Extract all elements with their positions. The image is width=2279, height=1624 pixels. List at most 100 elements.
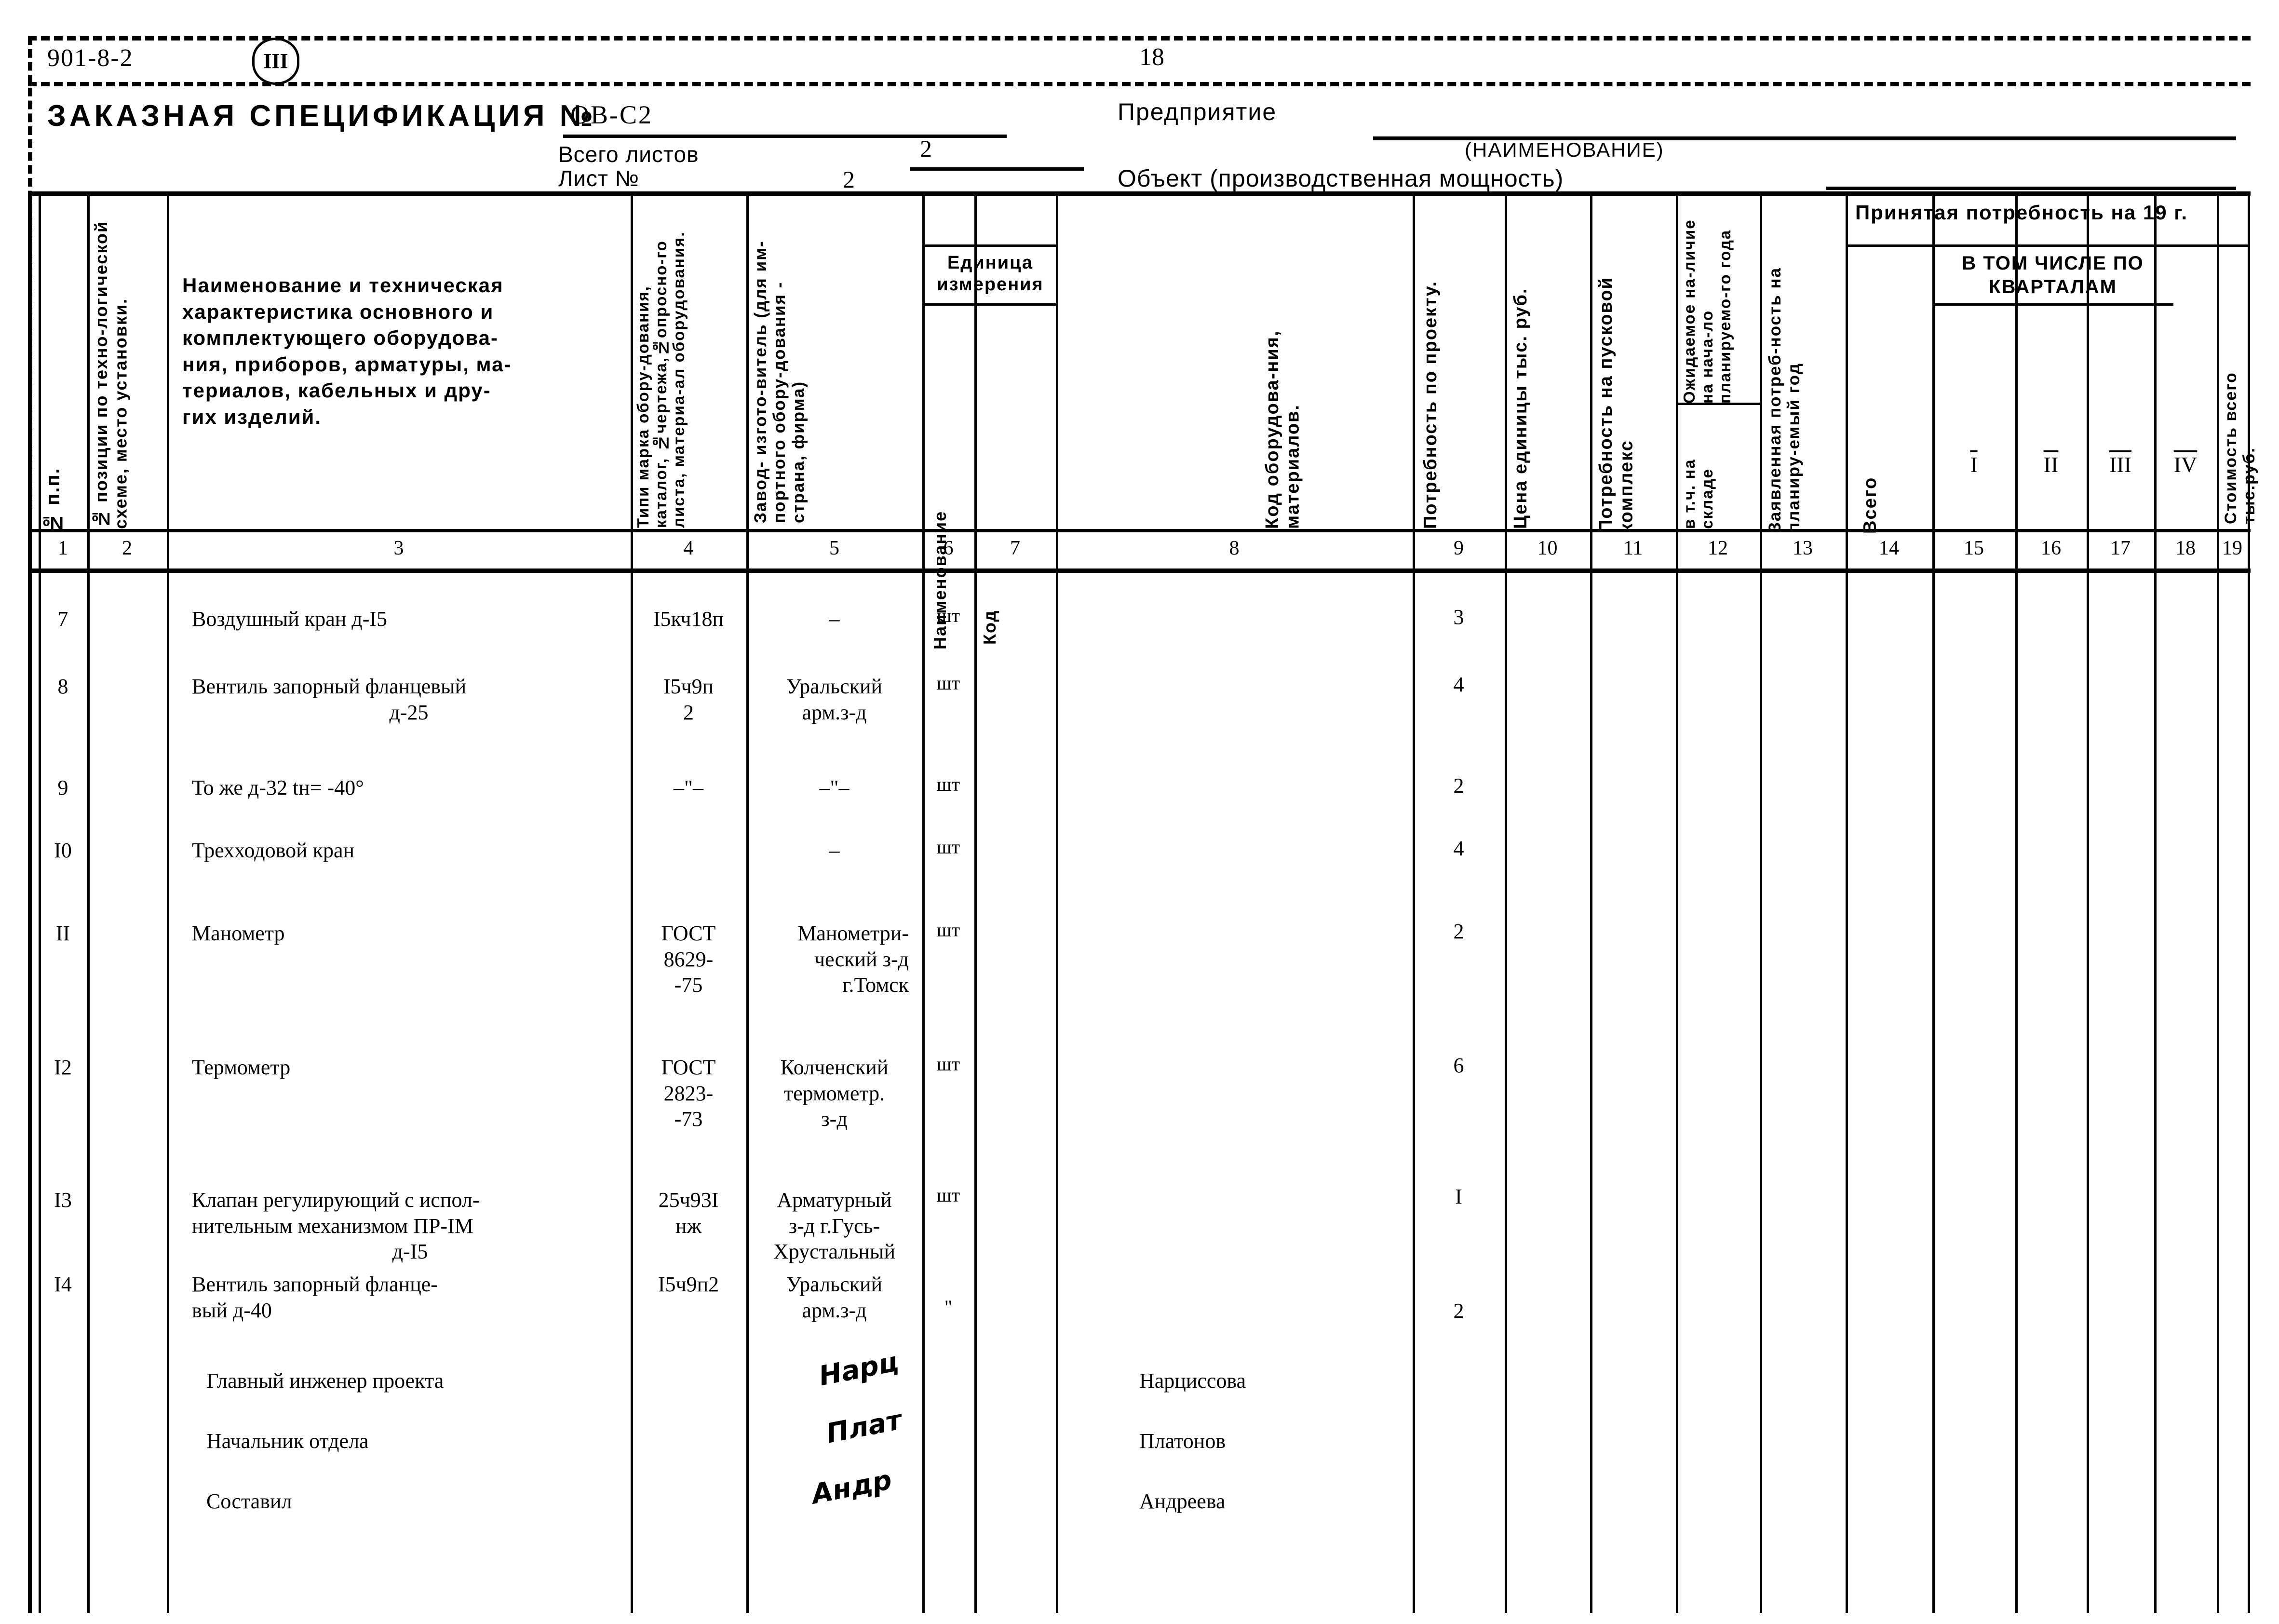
row-name-line: Манометр <box>192 921 285 945</box>
row-name: Вентиль запорный фланце- вый д-40 <box>173 1272 628 1323</box>
total-sheets-rule <box>910 167 1084 171</box>
row-type-line: ГОСТ <box>661 921 716 945</box>
header-col-15: I <box>1970 452 1978 477</box>
header-col-3-line-3: комплектующего оборудова- <box>182 326 499 350</box>
col-rule-6 <box>974 191 977 1613</box>
row-name: Манометр <box>192 920 626 947</box>
total-sheets-value: 2 <box>920 135 932 162</box>
row-maker-line: г.Томск <box>842 973 909 997</box>
header-col-8: Код оборудова-ния, материалов. <box>1262 330 1303 529</box>
col-rule-3 <box>631 191 633 1613</box>
colnum-12: 12 <box>1708 537 1728 559</box>
colnum-17: 17 <box>2110 537 2131 559</box>
enterprise-label: Предприятие <box>1118 98 1277 125</box>
colnum-strip-top-border <box>28 529 2251 532</box>
col-rule-5 <box>922 191 925 1613</box>
row-maker: –"– <box>746 775 922 801</box>
row-maker-line: арм.з-д <box>802 1298 867 1322</box>
header-col-3-line-5: териалов, кабельных и дру- <box>182 379 491 402</box>
row-type: 25ч93I нж <box>631 1187 746 1239</box>
header-col-18: IV <box>2173 452 2198 477</box>
col-rule-17 <box>2154 191 2157 1613</box>
row-type-line: I5ч9п2 <box>658 1272 719 1296</box>
header-col-6: Наименование <box>930 510 950 650</box>
colnum-1: 1 <box>58 537 68 559</box>
row-name: Вентиль запорный фланцевый д-25 <box>173 674 626 725</box>
row-unit: шт <box>936 919 960 941</box>
row-maker: Уральский арм.з-д <box>746 1272 922 1323</box>
row-unit: шт <box>936 836 960 858</box>
row-number: I2 <box>54 1056 72 1079</box>
colnum-18: 18 <box>2175 537 2196 559</box>
row-number: 7 <box>57 607 68 631</box>
header-col-3: Наименование и техническая характеристик… <box>182 272 626 431</box>
row-number: 8 <box>57 675 68 698</box>
row-maker-line: –"– <box>819 776 850 799</box>
row-maker-line: Манометри- <box>797 921 909 945</box>
row-maker-line: з-д г.Гусь- <box>788 1214 880 1238</box>
row-name-line: Вентиль запорный фланце- <box>192 1272 438 1296</box>
row-qty: 3 <box>1453 605 1464 629</box>
header-col-1: № п.п. <box>42 467 64 534</box>
row-name-line: Клапан регулирующий с испол- <box>192 1188 480 1212</box>
colnum-10: 10 <box>1537 537 1558 559</box>
specification-table: № п.п. № позиции по техно-логической схе… <box>28 191 2258 1613</box>
row-type: –"– <box>631 775 746 801</box>
col-rule-2 <box>167 191 169 1613</box>
colnum-7: 7 <box>1010 537 1020 559</box>
row-name: Воздушный кран д-I5 <box>192 606 626 632</box>
row-number: I4 <box>54 1272 72 1296</box>
row-number: II <box>55 921 70 945</box>
colnum-16: 16 <box>2041 537 2061 559</box>
row-maker-line: термометр. <box>783 1081 885 1105</box>
header-col-4: Типи марка обору-дования, каталог, №черт… <box>634 231 688 528</box>
total-sheets-label: Всего листов <box>558 142 699 167</box>
signature-name: Платонов <box>1139 1429 1226 1453</box>
row-maker: Манометри- ческий з-д г.Томск <box>746 920 917 998</box>
row-type: ГОСТ 8629- -75 <box>631 920 746 998</box>
header-col-12b: в т.ч. на складе <box>1680 459 1716 529</box>
page-number: 18 <box>1139 43 1164 71</box>
row-name: Клапан регулирующий с испол- нительным м… <box>173 1187 628 1265</box>
row-type-line: -73 <box>674 1107 703 1131</box>
document-sheet: 901-8-2 III 18 ЗАКАЗНАЯ СПЕЦИФИКАЦИЯ № О… <box>28 36 2258 1613</box>
header-col-3-line-4: ния, приборов, арматуры, ма- <box>182 352 512 376</box>
row-qty: 4 <box>1453 673 1464 696</box>
col-rule-4 <box>746 191 749 1613</box>
header-col-3-line-1: Наименование и техническая <box>182 274 504 297</box>
document-id-band: 901-8-2 III 18 <box>28 36 2251 85</box>
row-type-line: нж <box>675 1214 701 1238</box>
row-maker-line: Арматурный <box>777 1188 892 1212</box>
row-number: I3 <box>54 1188 72 1212</box>
row-qty: 6 <box>1453 1054 1464 1077</box>
colnum-2: 2 <box>122 537 132 559</box>
header-col-14: Всего <box>1860 476 1880 534</box>
row-name: Трехходовой кран <box>192 838 626 864</box>
row-type: I5кч18п <box>631 606 746 632</box>
row-name: То же д-32 tн= -40° <box>192 775 626 801</box>
header-col-9: Потребность по проекту. <box>1420 281 1441 529</box>
row-maker-line: Уральский <box>786 675 883 698</box>
col-rule-18 <box>2217 191 2219 1613</box>
col-rule-10 <box>1590 191 1592 1613</box>
title-block: ЗАКАЗНАЯ СПЕЦИФИКАЦИЯ № ОВ-С2 Всего лист… <box>28 84 2251 193</box>
row-type-line: –"– <box>674 776 703 799</box>
row-type: I5ч9п 2 <box>631 674 746 725</box>
row-unit: шт <box>936 672 960 694</box>
signature-role: Составил <box>206 1489 292 1513</box>
row-maker-line: ческий з-д <box>814 947 909 971</box>
colnum-6: 6 <box>943 537 954 559</box>
row-type-line: 8629- <box>663 947 714 971</box>
col-rule-left-outer <box>28 191 32 1613</box>
row-number: I0 <box>54 839 72 862</box>
row-qty: 4 <box>1453 837 1464 860</box>
row-type-line: 2 <box>683 700 694 724</box>
header-quarters-group: В ТОМ ЧИСЛЕ ПО КВАРТАЛАМ <box>1962 253 2144 298</box>
spec-number-rule <box>563 135 1007 138</box>
unit-group-bottom-border <box>925 303 1056 306</box>
row-type-line: -75 <box>674 973 703 997</box>
row-type: ГОСТ 2823- -73 <box>631 1055 746 1132</box>
quarters-group-bottom-border <box>1932 303 2173 306</box>
row-maker-line: – <box>829 607 840 631</box>
header-col-3-line-2: характеристика основного и <box>182 300 494 323</box>
